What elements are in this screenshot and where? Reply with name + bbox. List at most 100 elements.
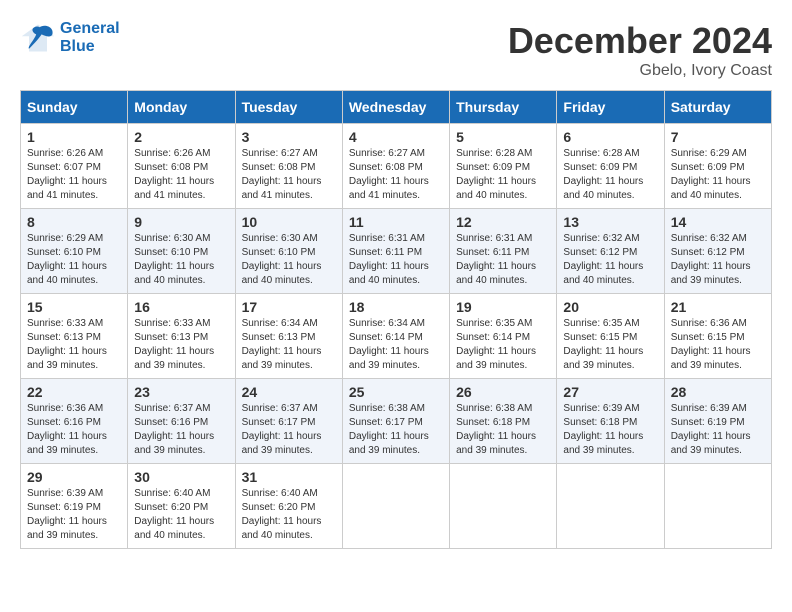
day-header-friday: Friday <box>557 91 664 124</box>
calendar-cell: 18 Sunrise: 6:34 AMSunset: 6:14 PMDayligh… <box>342 294 449 379</box>
day-info: Sunrise: 6:39 AMSunset: 6:18 PMDaylight:… <box>563 402 657 458</box>
day-number: 1 <box>27 129 121 145</box>
location-subtitle: Gbelo, Ivory Coast <box>508 62 772 80</box>
calendar-cell <box>664 464 771 549</box>
day-header-monday: Monday <box>128 91 235 124</box>
day-info: Sunrise: 6:34 AMSunset: 6:13 PMDaylight:… <box>242 317 336 373</box>
day-number: 2 <box>134 129 228 145</box>
day-info: Sunrise: 6:29 AMSunset: 6:10 PMDaylight:… <box>27 232 121 288</box>
day-info: Sunrise: 6:30 AMSunset: 6:10 PMDaylight:… <box>134 232 228 288</box>
calendar-table: SundayMondayTuesdayWednesdayThursdayFrid… <box>20 90 772 549</box>
day-info: Sunrise: 6:39 AMSunset: 6:19 PMDaylight:… <box>27 487 121 543</box>
day-number: 9 <box>134 214 228 230</box>
day-info: Sunrise: 6:31 AMSunset: 6:11 PMDaylight:… <box>349 232 443 288</box>
calendar-cell: 22 Sunrise: 6:36 AMSunset: 6:16 PMDayligh… <box>21 379 128 464</box>
day-header-wednesday: Wednesday <box>342 91 449 124</box>
calendar-cell: 28 Sunrise: 6:39 AMSunset: 6:19 PMDayligh… <box>664 379 771 464</box>
day-info: Sunrise: 6:36 AMSunset: 6:16 PMDaylight:… <box>27 402 121 458</box>
calendar-cell: 16 Sunrise: 6:33 AMSunset: 6:13 PMDayligh… <box>128 294 235 379</box>
calendar-cell: 2 Sunrise: 6:26 AMSunset: 6:08 PMDaylight… <box>128 124 235 209</box>
calendar-cell: 15 Sunrise: 6:33 AMSunset: 6:13 PMDayligh… <box>21 294 128 379</box>
calendar-cell: 6 Sunrise: 6:28 AMSunset: 6:09 PMDaylight… <box>557 124 664 209</box>
calendar-cell: 20 Sunrise: 6:35 AMSunset: 6:15 PMDayligh… <box>557 294 664 379</box>
calendar-cell: 11Sunrise: 6:31 AMSunset: 6:11 PMDayligh… <box>342 209 449 294</box>
calendar-cell: 23 Sunrise: 6:37 AMSunset: 6:16 PMDayligh… <box>128 379 235 464</box>
logo: General Blue <box>20 20 120 56</box>
calendar-cell: 4 Sunrise: 6:27 AMSunset: 6:08 PMDaylight… <box>342 124 449 209</box>
day-number: 27 <box>563 384 657 400</box>
calendar-week-2: 8 Sunrise: 6:29 AMSunset: 6:10 PMDaylight… <box>21 209 772 294</box>
day-info: Sunrise: 6:32 AMSunset: 6:12 PMDaylight:… <box>671 232 765 288</box>
calendar-week-1: 1 Sunrise: 6:26 AMSunset: 6:07 PMDaylight… <box>21 124 772 209</box>
calendar-cell: 27 Sunrise: 6:39 AMSunset: 6:18 PMDayligh… <box>557 379 664 464</box>
day-number: 3 <box>242 129 336 145</box>
calendar-cell <box>450 464 557 549</box>
calendar-week-5: 29Sunrise: 6:39 AMSunset: 6:19 PMDayligh… <box>21 464 772 549</box>
day-number: 15 <box>27 299 121 315</box>
day-header-tuesday: Tuesday <box>235 91 342 124</box>
page-header: General Blue December 2024 Gbelo, Ivory … <box>20 20 772 80</box>
day-number: 21 <box>671 299 765 315</box>
calendar-cell: 1 Sunrise: 6:26 AMSunset: 6:07 PMDaylight… <box>21 124 128 209</box>
day-number: 13 <box>563 214 657 230</box>
day-number: 8 <box>27 214 121 230</box>
day-number: 22 <box>27 384 121 400</box>
calendar-cell: 29Sunrise: 6:39 AMSunset: 6:19 PMDayligh… <box>21 464 128 549</box>
day-number: 5 <box>456 129 550 145</box>
calendar-cell: 8 Sunrise: 6:29 AMSunset: 6:10 PMDaylight… <box>21 209 128 294</box>
day-header-saturday: Saturday <box>664 91 771 124</box>
calendar-cell: 3 Sunrise: 6:27 AMSunset: 6:08 PMDaylight… <box>235 124 342 209</box>
day-number: 30 <box>134 469 228 485</box>
day-info: Sunrise: 6:39 AMSunset: 6:19 PMDaylight:… <box>671 402 765 458</box>
day-info: Sunrise: 6:27 AMSunset: 6:08 PMDaylight:… <box>349 147 443 203</box>
calendar-cell <box>557 464 664 549</box>
day-number: 20 <box>563 299 657 315</box>
day-header-row: SundayMondayTuesdayWednesdayThursdayFrid… <box>21 91 772 124</box>
month-title: December 2024 <box>508 20 772 62</box>
day-info: Sunrise: 6:40 AMSunset: 6:20 PMDaylight:… <box>134 487 228 543</box>
day-number: 28 <box>671 384 765 400</box>
day-info: Sunrise: 6:31 AMSunset: 6:11 PMDaylight:… <box>456 232 550 288</box>
day-number: 12 <box>456 214 550 230</box>
day-info: Sunrise: 6:28 AMSunset: 6:09 PMDaylight:… <box>563 147 657 203</box>
day-number: 31 <box>242 469 336 485</box>
calendar-cell: 31Sunrise: 6:40 AMSunset: 6:20 PMDayligh… <box>235 464 342 549</box>
day-header-sunday: Sunday <box>21 91 128 124</box>
calendar-cell: 5 Sunrise: 6:28 AMSunset: 6:09 PMDaylight… <box>450 124 557 209</box>
day-number: 6 <box>563 129 657 145</box>
day-info: Sunrise: 6:26 AMSunset: 6:07 PMDaylight:… <box>27 147 121 203</box>
calendar-cell: 17Sunrise: 6:34 AMSunset: 6:13 PMDayligh… <box>235 294 342 379</box>
day-number: 16 <box>134 299 228 315</box>
day-info: Sunrise: 6:34 AMSunset: 6:14 PMDaylight:… <box>349 317 443 373</box>
calendar-cell: 12 Sunrise: 6:31 AMSunset: 6:11 PMDayligh… <box>450 209 557 294</box>
calendar-cell: 9 Sunrise: 6:30 AMSunset: 6:10 PMDaylight… <box>128 209 235 294</box>
title-block: December 2024 Gbelo, Ivory Coast <box>508 20 772 80</box>
logo-bird-icon <box>20 20 56 56</box>
day-info: Sunrise: 6:36 AMSunset: 6:15 PMDaylight:… <box>671 317 765 373</box>
day-number: 26 <box>456 384 550 400</box>
day-number: 19 <box>456 299 550 315</box>
day-number: 18 <box>349 299 443 315</box>
calendar-cell: 7Sunrise: 6:29 AMSunset: 6:09 PMDaylight… <box>664 124 771 209</box>
logo-text: General Blue <box>60 20 120 56</box>
calendar-cell <box>342 464 449 549</box>
day-info: Sunrise: 6:28 AMSunset: 6:09 PMDaylight:… <box>456 147 550 203</box>
day-number: 14 <box>671 214 765 230</box>
day-info: Sunrise: 6:35 AMSunset: 6:15 PMDaylight:… <box>563 317 657 373</box>
day-info: Sunrise: 6:37 AMSunset: 6:17 PMDaylight:… <box>242 402 336 458</box>
day-number: 24 <box>242 384 336 400</box>
calendar-week-4: 22 Sunrise: 6:36 AMSunset: 6:16 PMDayligh… <box>21 379 772 464</box>
day-info: Sunrise: 6:33 AMSunset: 6:13 PMDaylight:… <box>27 317 121 373</box>
calendar-cell: 24 Sunrise: 6:37 AMSunset: 6:17 PMDayligh… <box>235 379 342 464</box>
day-number: 23 <box>134 384 228 400</box>
calendar-cell: 30 Sunrise: 6:40 AMSunset: 6:20 PMDayligh… <box>128 464 235 549</box>
day-info: Sunrise: 6:35 AMSunset: 6:14 PMDaylight:… <box>456 317 550 373</box>
day-number: 4 <box>349 129 443 145</box>
day-info: Sunrise: 6:27 AMSunset: 6:08 PMDaylight:… <box>242 147 336 203</box>
day-info: Sunrise: 6:38 AMSunset: 6:17 PMDaylight:… <box>349 402 443 458</box>
day-info: Sunrise: 6:38 AMSunset: 6:18 PMDaylight:… <box>456 402 550 458</box>
calendar-cell: 13Sunrise: 6:32 AMSunset: 6:12 PMDayligh… <box>557 209 664 294</box>
day-info: Sunrise: 6:33 AMSunset: 6:13 PMDaylight:… <box>134 317 228 373</box>
day-info: Sunrise: 6:37 AMSunset: 6:16 PMDaylight:… <box>134 402 228 458</box>
day-info: Sunrise: 6:26 AMSunset: 6:08 PMDaylight:… <box>134 147 228 203</box>
